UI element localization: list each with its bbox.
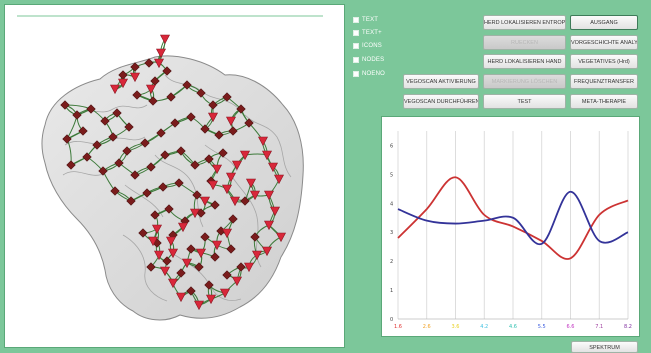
checkbox-text-plus[interactable]: TEXT+ [353, 28, 382, 38]
checkbox-label: NODES [362, 57, 385, 63]
checkbox-label: ICONS [362, 43, 383, 49]
y-tick-label: 1 [390, 288, 393, 294]
brain-map-panel[interactable] [4, 4, 345, 348]
x-tick-label: 4.2 [480, 324, 488, 330]
test-button[interactable]: TEST [483, 94, 566, 109]
checkbox-icon[interactable] [353, 71, 359, 77]
checkbox-label: NOENO [362, 71, 386, 77]
ausgang-button[interactable]: AUSGANG [570, 15, 638, 30]
x-tick-label: 4.6 [509, 324, 517, 330]
frequenztransfer-button[interactable]: FREQUENZTRANSFER [570, 74, 638, 89]
spektrum-button[interactable]: SPEKTRUM [571, 341, 638, 353]
checkbox-label: TEXT+ [362, 30, 382, 36]
x-tick-label: 6.6 [567, 324, 575, 330]
vegoscan-aktivierung-button[interactable]: VEGOSCAN AKTIVIERUNG [403, 74, 479, 89]
herd-entropie-button[interactable]: HERD LOKALISIEREN ENTROPIE [483, 15, 566, 30]
checkbox-noeno[interactable]: NOENO [353, 69, 385, 79]
x-tick-label: 5.5 [538, 324, 546, 330]
checkbox-text[interactable]: TEXT [353, 15, 378, 25]
x-tick-label: 1.6 [394, 324, 402, 330]
y-tick-label: 2 [390, 259, 393, 265]
checkbox-label: TEXT [362, 17, 379, 23]
x-tick-label: 3.6 [452, 324, 460, 330]
x-tick-label: 7.1 [595, 324, 603, 330]
checkbox-icons[interactable]: ICONS [353, 41, 382, 51]
spectrum-chart-panel: 0 1 2 3 4 5 6 1.6 2.6 3.6 4.2 4.6 5.5 6.6 7.1 8.2 [381, 116, 640, 337]
checkbox-icon[interactable] [353, 43, 359, 49]
checkbox-nodes[interactable]: NODES [353, 55, 384, 65]
disabled-button[interactable]: RUECKEN [483, 35, 566, 50]
vegetativ-button[interactable]: VEGETATIVES (Hrd) [570, 54, 638, 69]
meta-therapie-button[interactable]: META-THERAPIE [570, 94, 638, 109]
markierungen-loeschen-button[interactable]: MARKIERUNG LÖSCHEN [483, 74, 566, 89]
y-tick-label: 6 [390, 143, 393, 149]
x-tick-label: 2.6 [423, 324, 431, 330]
y-tick-label: 3 [390, 230, 393, 236]
y-tick-label: 4 [390, 201, 393, 207]
vegoscan-durchfuehren-button[interactable]: VEGOSCAN DURCHFÜHREN [403, 94, 479, 109]
herd-hand-button[interactable]: HERD LOKALISIEREN HAND [483, 54, 566, 69]
y-tick-label: 5 [390, 172, 393, 178]
node-marker-triangle[interactable] [160, 34, 170, 45]
vorgeschichte-button[interactable]: VORGESCHICHTE ANALYSE [570, 35, 638, 50]
y-tick-label: 0 [390, 317, 393, 323]
brain-illustration[interactable] [5, 5, 344, 347]
x-tick-label: 8.2 [624, 324, 632, 330]
checkbox-icon[interactable] [353, 57, 359, 63]
checkbox-icon[interactable] [353, 17, 359, 23]
checkbox-icon[interactable] [353, 30, 359, 36]
spectrum-chart: 0 1 2 3 4 5 6 1.6 2.6 3.6 4.2 4.6 5.5 6.6 7.1 8.2 [390, 131, 632, 330]
